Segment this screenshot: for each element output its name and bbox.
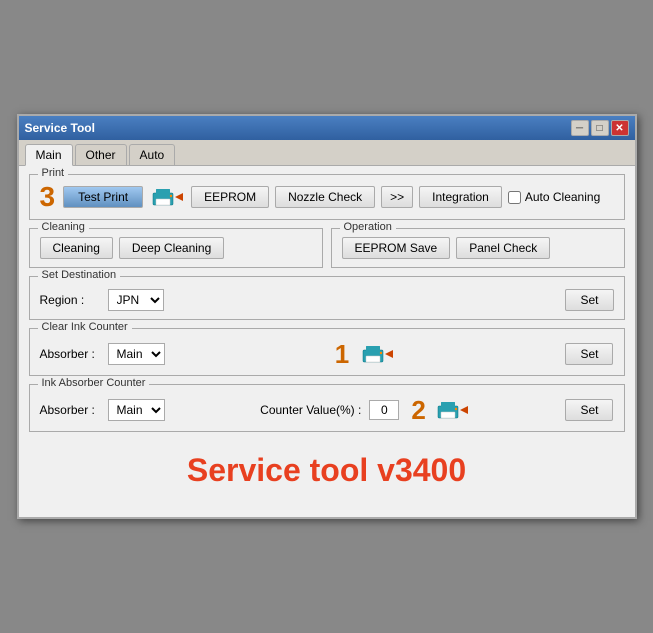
ink-absorber-row: Absorber : Main Sub Counter Value(%) : 2 [40,397,614,423]
arrow-button[interactable]: >> [381,186,413,208]
clear-ink-set-button[interactable]: Set [565,343,613,365]
ink-absorber-set-button[interactable]: Set [565,399,613,421]
cleaning-section-label: Cleaning [38,221,89,233]
clear-ink-absorber-select[interactable]: Main Sub [108,343,165,365]
tab-auto[interactable]: Auto [129,144,176,165]
set-destination-label: Set Destination [38,269,121,281]
number-3-badge: 3 [40,183,56,211]
operation-section-row: EEPROM Save Panel Check [342,237,614,259]
clear-ink-row: Absorber : Main Sub 1 Set [40,341,614,367]
set-destination-row: Region : JPN USA EUR Set [40,289,614,311]
print-section-label: Print [38,167,69,179]
printer-icon-1 [149,185,185,209]
region-select[interactable]: JPN USA EUR [108,289,164,311]
close-button[interactable]: ✕ [611,120,629,136]
clear-ink-section: Clear Ink Counter Absorber : Main Sub 1 [29,328,625,376]
ink-absorber-absorber-label: Absorber : [40,403,100,417]
cleaning-section: Cleaning Cleaning Deep Cleaning [29,228,323,268]
maximize-button[interactable]: □ [591,120,609,136]
ink-absorber-label: Ink Absorber Counter [38,377,150,389]
ink-absorber-section: Ink Absorber Counter Absorber : Main Sub… [29,384,625,432]
auto-cleaning-label: Auto Cleaning [525,190,600,204]
auto-cleaning-checkbox[interactable] [508,191,521,204]
cleaning-button[interactable]: Cleaning [40,237,113,259]
title-bar-buttons: ─ □ ✕ [571,120,629,136]
print-section: Print 3 Test Print EEPROM Nozzle Check [29,174,625,220]
auto-cleaning-checkbox-label[interactable]: Auto Cleaning [508,190,600,204]
tab-main[interactable]: Main [25,144,73,166]
eeprom-button[interactable]: EEPROM [191,186,269,208]
region-label: Region : [40,293,100,307]
number-2-badge: 2 [411,397,425,423]
test-print-button[interactable]: Test Print [63,186,143,208]
printer-icon-3 [434,398,470,422]
tab-content-main: Print 3 Test Print EEPROM Nozzle Check [19,166,635,517]
window-title: Service Tool [25,121,95,135]
panel-check-button[interactable]: Panel Check [456,237,550,259]
clear-ink-label: Clear Ink Counter [38,321,132,333]
ink-absorber-select[interactable]: Main Sub [108,399,165,421]
operation-section: Operation EEPROM Save Panel Check [331,228,625,268]
eeprom-save-button[interactable]: EEPROM Save [342,237,451,259]
cleaning-section-row: Cleaning Deep Cleaning [40,237,312,259]
nozzle-check-button[interactable]: Nozzle Check [275,186,375,208]
print-section-row: 3 Test Print EEPROM Nozzle Check >> Inte… [40,183,614,211]
number-1-badge: 1 [335,341,349,367]
deep-cleaning-button[interactable]: Deep Cleaning [119,237,224,259]
counter-value-input[interactable] [369,400,399,420]
set-destination-section: Set Destination Region : JPN USA EUR Set [29,276,625,320]
set-destination-button[interactable]: Set [565,289,613,311]
tab-bar: Main Other Auto bralingkomputer.blogspot… [19,140,635,166]
counter-value-label: Counter Value(%) : [260,403,361,417]
main-title: Service tool v3400 [29,452,625,489]
main-window: Service Tool ─ □ ✕ Main Other Auto brali… [17,114,637,519]
printer-icon-2 [359,342,395,366]
minimize-button[interactable]: ─ [571,120,589,136]
clear-ink-absorber-label: Absorber : [40,347,100,361]
tab-other[interactable]: Other [75,144,127,165]
title-bar: Service Tool ─ □ ✕ [19,116,635,140]
integration-button[interactable]: Integration [419,186,502,208]
operation-section-label: Operation [340,221,396,233]
